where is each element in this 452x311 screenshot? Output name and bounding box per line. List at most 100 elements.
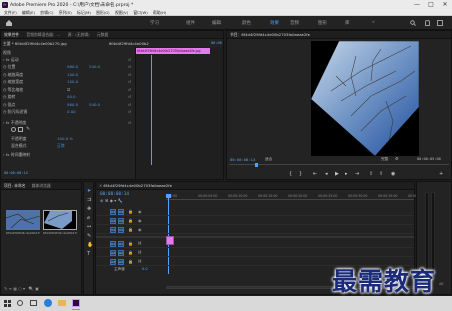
premiere-taskbar-icon[interactable] <box>72 299 80 307</box>
menu-sequence[interactable]: 序列(S) <box>59 10 72 15</box>
uniform-scale-checkbox[interactable]: ☑ <box>67 86 71 93</box>
track-name[interactable]: A3 <box>118 259 124 265</box>
fit-dropdown[interactable]: 适合 <box>265 157 272 162</box>
reset-icon[interactable]: ↺ <box>128 71 131 78</box>
pen-tool-icon[interactable]: ✎ <box>87 233 91 239</box>
project-item-2[interactable]: 6f4d4f29fd4c4e00b2703... <box>43 210 77 240</box>
lock-icon[interactable]: 🔒 <box>128 218 133 223</box>
visibility-icon[interactable]: ◉ <box>138 218 142 223</box>
v1-clip[interactable] <box>166 236 174 245</box>
tab-source[interactable]: 源：(无剪辑) <box>68 32 90 37</box>
track-name[interactable]: V3 <box>118 209 124 215</box>
timeline-timecode[interactable]: 00:00:00:14 <box>100 192 129 197</box>
track-row[interactable]: V3 V3 🔒 ◉ <box>96 208 414 216</box>
export-frame-icon[interactable]: ◉ <box>391 171 395 177</box>
menu-view[interactable]: 视图(V) <box>115 10 128 15</box>
track-row[interactable]: A2 A2 🔒 M <box>96 249 414 257</box>
workspace-audio[interactable]: 音频 <box>290 20 299 26</box>
lock-icon[interactable]: 🔒 <box>128 250 133 255</box>
mute-icon[interactable]: M <box>138 259 141 264</box>
visibility-icon[interactable]: ◉ <box>138 227 142 232</box>
lock-icon[interactable]: 🔒 <box>128 241 133 246</box>
reset-icon[interactable]: ↺ <box>128 101 131 108</box>
project-item-1[interactable]: 6f4d4f29fd4c4e00b2703... <box>6 210 40 240</box>
section-opacity[interactable]: › fx 不透明度 ↺ <box>3 119 131 126</box>
motion-row[interactable]: ◷ 等比缩放 ☑ ↺ <box>3 86 131 93</box>
section-time-remap[interactable]: › fx 时间重映射 <box>3 151 131 158</box>
tab-effect-controls[interactable]: 效果控件 <box>4 32 20 38</box>
quality-dropdown[interactable]: 完整 <box>381 157 388 162</box>
workspace-libraries[interactable]: 库 <box>345 20 350 26</box>
sequence-clip-label[interactable]: 6f4d4f29fd4c4e00b270 * 6f4d4f... <box>109 40 149 47</box>
property-value[interactable]: 100.0 <box>67 78 78 85</box>
edge-browser-icon[interactable] <box>44 299 52 307</box>
property-value[interactable]: 40.0 <box>67 93 76 100</box>
tab-program[interactable]: 节目：6f4d4f29fd4c4e00b2703fa0aeae2fe <box>230 32 310 38</box>
ripple-tool-icon[interactable]: ✥ <box>87 206 91 212</box>
lock-icon[interactable]: 🔒 <box>128 209 133 214</box>
extract-icon[interactable]: ⇪ <box>379 171 383 177</box>
motion-row[interactable]: ◷ 位置 960.0 540.0 ↺ <box>3 63 131 70</box>
track-name[interactable]: A1 <box>118 241 124 247</box>
expand-icon[interactable] <box>437 20 443 26</box>
property-value-2[interactable]: 540.0 <box>89 63 100 70</box>
menu-graphics[interactable]: 图形(G) <box>96 10 110 15</box>
hand-tool-icon[interactable]: ✋ <box>87 242 93 248</box>
slip-tool-icon[interactable]: ↔ <box>87 224 91 230</box>
mark-in-icon[interactable]: { <box>289 171 292 177</box>
property-value-2[interactable]: 540.0 <box>89 101 100 108</box>
motion-row[interactable]: ◷ 防闪烁滤镜 0.00 ↺ <box>3 108 131 115</box>
opacity-row[interactable]: 不透明度 100.0 % <box>3 135 131 142</box>
tab-sequence[interactable]: 6f4d4f29fd4c4e00b2703fa0aeae2fe <box>103 183 172 189</box>
track-target-toggle[interactable]: A2 <box>110 250 116 256</box>
go-to-in-icon[interactable]: ⇤ <box>313 171 317 177</box>
mute-icon[interactable]: M <box>138 250 141 255</box>
tab-media-browser[interactable]: 媒体浏览器 <box>32 183 51 188</box>
ellipse-mask-icon[interactable] <box>11 127 16 132</box>
settings-wrench-icon[interactable]: ⚙ <box>395 156 399 161</box>
pen-mask-icon[interactable]: ✎ <box>26 126 30 132</box>
taskbar-search-icon[interactable] <box>17 300 23 306</box>
search-icon[interactable] <box>410 20 416 26</box>
file-explorer-icon[interactable] <box>58 300 66 306</box>
menu-edit[interactable]: 编辑(E) <box>22 10 35 15</box>
menu-window[interactable]: 窗口(W) <box>133 10 147 15</box>
type-tool-icon[interactable]: T <box>87 251 90 257</box>
add-button-icon[interactable]: + <box>439 171 443 177</box>
track-target-toggle[interactable]: V2 <box>110 218 116 224</box>
program-playhead[interactable] <box>255 163 258 167</box>
motion-row[interactable]: ◷ 缩放高度 100.0 ↺ <box>3 71 131 78</box>
workspace-assembly[interactable]: 组件 <box>186 20 195 26</box>
motion-reset-icon[interactable]: ↺ <box>128 56 131 63</box>
reset-icon[interactable]: ↺ <box>128 108 131 115</box>
workspace-color[interactable]: 颜色 <box>242 20 251 26</box>
track-row[interactable]: V1 V1 🔒 ◉ <box>96 226 414 234</box>
property-value[interactable]: 正常 <box>57 142 65 149</box>
menu-marker[interactable]: 标记(M) <box>77 10 91 15</box>
property-value[interactable]: 960.0 <box>67 101 78 108</box>
workspace-learn[interactable]: 学习 <box>150 20 159 26</box>
workspace-graphics[interactable]: 图形 <box>318 20 327 26</box>
task-view-icon[interactable] <box>30 300 37 306</box>
windows-start-icon[interactable] <box>4 300 11 307</box>
property-value[interactable]: 0.00 <box>67 108 76 115</box>
mute-icon[interactable]: M <box>138 241 141 246</box>
motion-row[interactable]: ◷ 缩放宽度 100.0 ↺ <box>3 78 131 85</box>
go-to-out-icon[interactable]: ⇥ <box>355 171 359 177</box>
home-icon[interactable] <box>5 19 13 27</box>
lift-icon[interactable]: ⇧ <box>369 171 373 177</box>
reset-icon[interactable]: ↺ <box>128 78 131 85</box>
workspace-more[interactable]: » <box>372 20 375 25</box>
program-scrubber[interactable] <box>229 164 449 167</box>
rect-mask-icon[interactable] <box>18 127 23 132</box>
ec-playhead[interactable] <box>151 55 152 165</box>
property-value[interactable]: 100.0 <box>67 71 78 78</box>
track-target-toggle[interactable]: A1 <box>110 241 116 247</box>
menu-clip[interactable]: 剪辑(C) <box>40 10 53 15</box>
motion-row[interactable]: ◷ 锚点 960.0 540.0 ↺ <box>3 101 131 108</box>
workspace-effects[interactable]: 效果 <box>270 20 279 26</box>
workspace-editing[interactable]: 编辑 <box>212 20 221 26</box>
track-target-toggle[interactable]: A3 <box>110 259 116 265</box>
menu-help[interactable]: 帮助(H) <box>153 10 166 15</box>
notifications-icon[interactable] <box>425 20 430 26</box>
